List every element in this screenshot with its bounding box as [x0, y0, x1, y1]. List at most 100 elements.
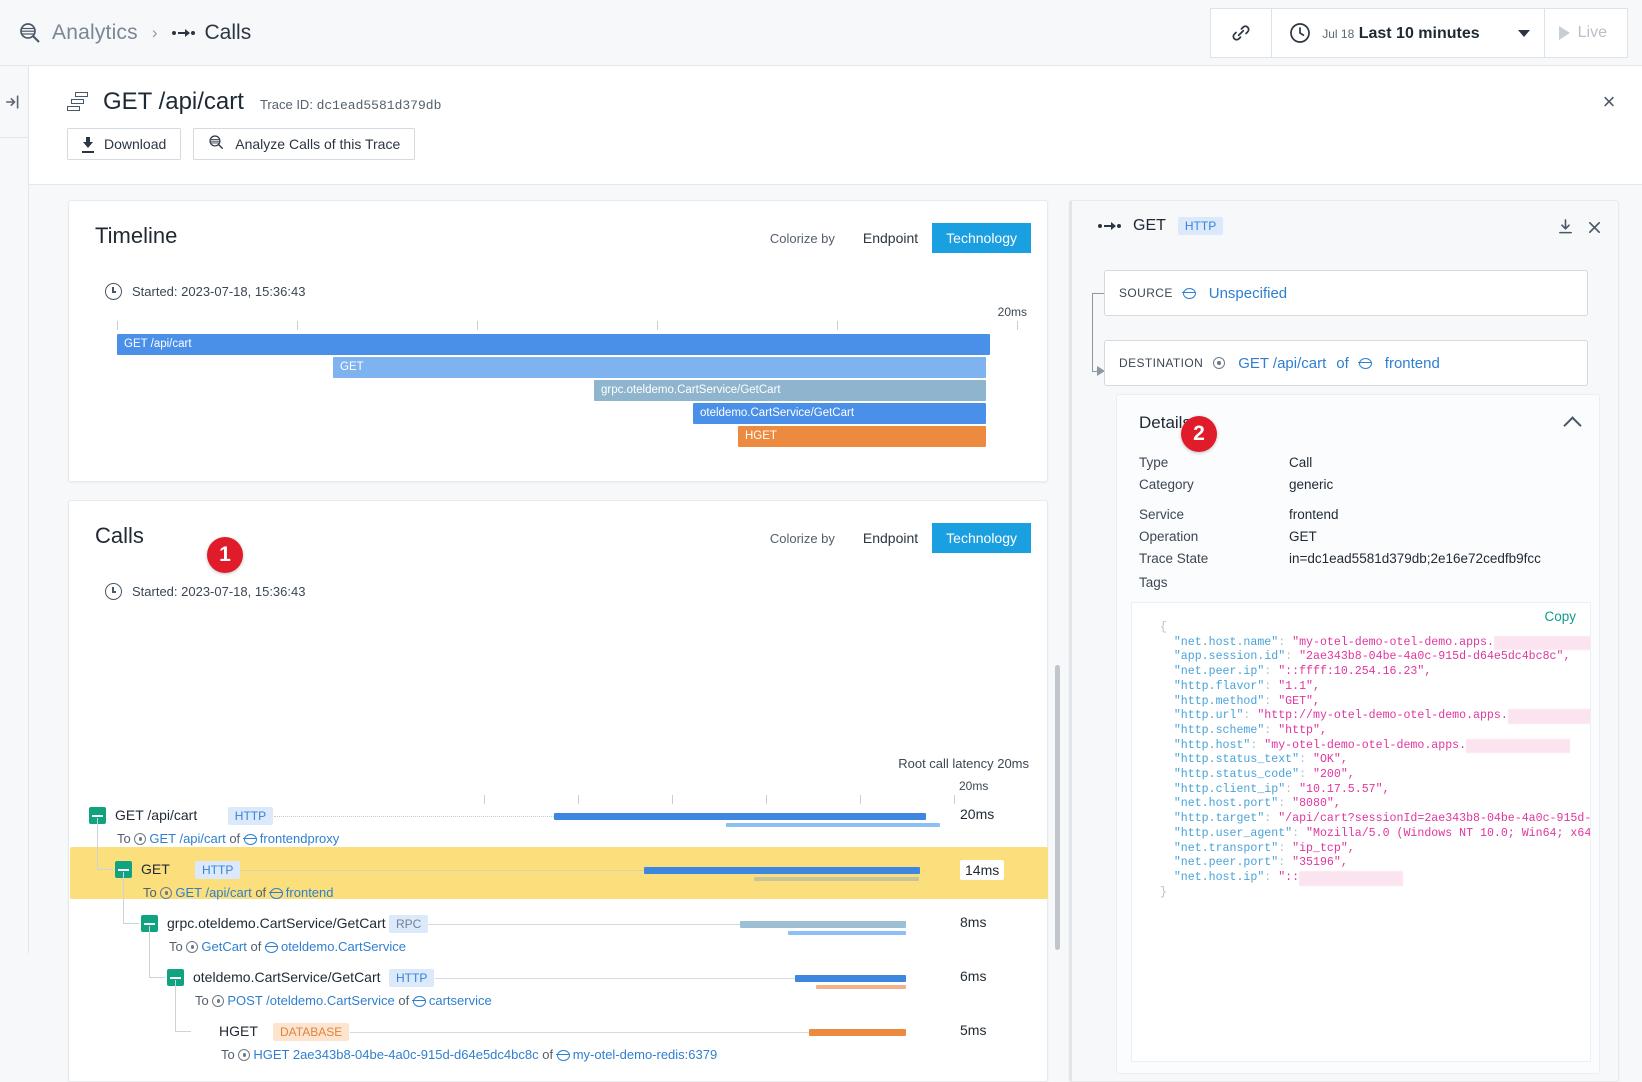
axis-tick [657, 321, 658, 330]
axis-tick [672, 795, 673, 804]
close-icon[interactable] [1587, 220, 1602, 240]
destination-service[interactable]: frontend [1385, 355, 1440, 372]
timeline-bar[interactable]: grpc.oteldemo.CartService/GetCart [594, 380, 986, 401]
trace-id-label: Trace ID: [259, 97, 313, 112]
call-duration-bar[interactable] [740, 921, 906, 928]
leader-line [349, 1032, 810, 1033]
live-button[interactable]: Live [1544, 8, 1628, 58]
call-row-name[interactable]: GET [141, 861, 170, 877]
destination-target[interactable]: GET /api/cart [1238, 355, 1326, 372]
to-prefix: To [195, 993, 209, 1008]
analytics-magnifier-icon [18, 21, 42, 45]
timeline-bar[interactable]: GET /api/cart [117, 334, 990, 355]
call-duration-bar[interactable] [795, 975, 906, 982]
destination-of: of [1336, 354, 1349, 372]
chevron-down-icon[interactable] [1517, 29, 1530, 37]
target-endpoint-link[interactable]: GET /api/cart [149, 831, 225, 846]
to-prefix: To [169, 939, 183, 954]
of-text: of [255, 885, 267, 900]
top-right-controls: Jul 18 Last 10 minutes Live [1210, 8, 1628, 58]
analyze-calls-button[interactable]: Analyze Calls of this Trace [193, 128, 416, 160]
call-duration-bar[interactable] [553, 813, 927, 820]
analyze-calls-button-label: Analyze Calls of this Trace [235, 136, 401, 152]
to-prefix: To [221, 1047, 235, 1062]
target-endpoint-link[interactable]: GET /api/cart [175, 885, 251, 900]
timeline-bar[interactable]: GET [333, 357, 986, 378]
calls-started-row: Started: 2023-07-18, 15:36:43 [105, 583, 305, 600]
target-endpoint-link[interactable]: POST /oteldemo.CartService [227, 993, 394, 1008]
call-duration-label: 14ms [960, 860, 1005, 880]
clock-icon [105, 583, 122, 600]
to-prefix: To [117, 831, 131, 846]
target-endpoint-link[interactable]: GetCart [201, 939, 247, 954]
timeline-bar[interactable]: oteldemo.CartService/GetCart [693, 403, 986, 424]
destination-label: DESTINATION [1119, 356, 1204, 370]
technology-chip: HTTP [227, 807, 274, 825]
breadcrumb-calls[interactable]: Calls [205, 21, 252, 45]
timeline-bar-label: oteldemo.CartService/GetCart [700, 407, 855, 419]
target-service-link[interactable]: frontendproxy [260, 831, 340, 846]
call-row-name[interactable]: GET /api/cart [115, 807, 197, 823]
expand-sidebar-button[interactable] [0, 66, 28, 138]
target-service-link[interactable]: frontend [286, 885, 334, 900]
download-button[interactable]: Download [67, 128, 182, 160]
close-trace-button[interactable]: × [1598, 91, 1620, 114]
target-service-link[interactable]: cartservice [429, 993, 492, 1008]
details-section: Details Type Call Category generic Service fr… [1116, 394, 1600, 1074]
timeline-colorize-endpoint[interactable]: Endpoint [848, 223, 933, 253]
timeline-bar[interactable]: HGET [738, 426, 986, 447]
call-duration-bar[interactable] [643, 867, 920, 874]
target-service-link[interactable]: my-otel-demo-redis:6379 [573, 1047, 718, 1062]
detail-field: Type Call [1139, 455, 1579, 470]
trace-header: GET /api/cart Trace ID: dc1ead5581d379db… [29, 66, 1642, 185]
detail-field-value: Call [1289, 455, 1313, 470]
call-row-name[interactable]: oteldemo.CartService/GetCart [193, 969, 381, 985]
endpoint-icon [160, 887, 173, 899]
service-icon [243, 834, 257, 845]
tags-json-box[interactable]: Copy { "net.host.name": "my-otel-demo-ot… [1131, 602, 1591, 1062]
axis-tick [484, 795, 485, 804]
breadcrumb-analytics[interactable]: Analytics [52, 21, 138, 45]
endpoint-icon [238, 1049, 251, 1061]
call-child-bar [753, 877, 920, 881]
redacted-value: XXXXXXXXXXXXXXX [1507, 709, 1590, 724]
call-duration-label: 5ms [960, 1022, 987, 1038]
call-detail-panel: GET HTTP SOURCE Unspecified DESTINATION … [1069, 200, 1619, 1082]
tree-connector [149, 926, 150, 978]
calls-colorize-technology[interactable]: Technology [932, 523, 1031, 553]
service-icon [1182, 287, 1196, 299]
call-row-name[interactable]: HGET [219, 1023, 258, 1039]
axis-tick [954, 795, 955, 804]
target-service-link[interactable]: oteldemo.CartService [281, 939, 406, 954]
axis-tick [117, 321, 118, 330]
axis-tick [860, 795, 861, 804]
timeline-colorize-control: Colorize by Endpoint Technology [770, 223, 1031, 253]
download-icon[interactable] [1558, 219, 1573, 240]
timeline-colorize-technology[interactable]: Technology [932, 223, 1031, 253]
timeline-axis [117, 321, 1018, 331]
tree-connector [149, 977, 165, 978]
copy-button[interactable]: Copy [1544, 609, 1576, 624]
axis-tick [1017, 321, 1018, 330]
calls-colorize-endpoint[interactable]: Endpoint [848, 523, 933, 553]
content-scrollbar[interactable] [1055, 665, 1060, 950]
call-duration-bar[interactable] [809, 1029, 906, 1036]
endpoint-icon [212, 995, 225, 1007]
redacted-value: XXXXXXXXXXXXXXX [1493, 635, 1590, 651]
technology-chip: HTTP [389, 969, 435, 987]
time-range-picker[interactable]: Jul 18 Last 10 minutes [1272, 8, 1545, 58]
target-endpoint-link[interactable]: HGET 2ae343b8-04be-4a0c-915d-d64e5dc4bc8… [253, 1047, 538, 1062]
detail-panel-title: GET [1133, 217, 1166, 234]
axis-tick [297, 321, 298, 330]
share-link-button[interactable] [1210, 8, 1273, 58]
timeline-axis-max: 20ms [997, 305, 1027, 319]
call-row-name[interactable]: grpc.oteldemo.CartService/GetCart [167, 915, 386, 931]
chevron-up-icon[interactable] [1563, 416, 1582, 435]
call-arrow-icon [1098, 222, 1121, 230]
annotation-badge-1: 1 [207, 537, 243, 573]
call-duration-label: 20ms [960, 806, 995, 822]
source-label: SOURCE [1119, 286, 1173, 300]
source-value[interactable]: Unspecified [1209, 285, 1287, 302]
detail-field-key: Type [1139, 455, 1169, 470]
detail-field: Trace State in=dc1ead5581d379db;2e16e72ce… [1139, 551, 1579, 566]
